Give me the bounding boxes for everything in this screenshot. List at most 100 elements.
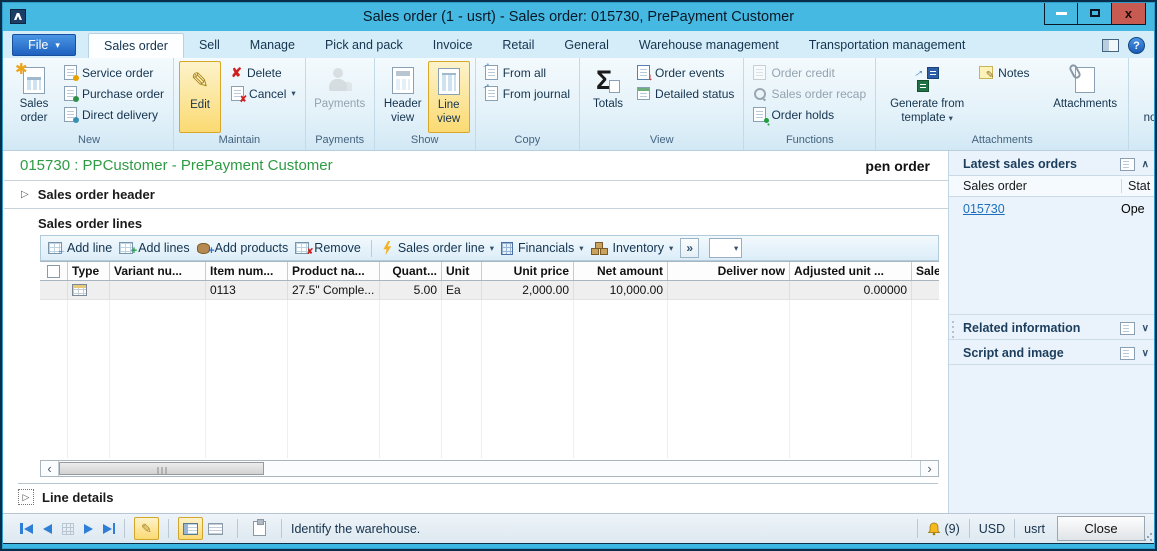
cancel-button[interactable]: ✘Cancel▾ — [227, 83, 300, 104]
latest-sales-orders-header[interactable]: Latest sales orders ∧ — [949, 151, 1155, 175]
factbox-window-icon[interactable] — [1120, 158, 1135, 171]
cell-adjusted-unit: 0.00000 — [790, 281, 912, 299]
notification-count[interactable]: (9) — [944, 522, 959, 536]
cancel-icon: ✘ — [231, 86, 244, 101]
attachments-button[interactable]: Attachments — [1047, 61, 1123, 133]
grid-view-toggle[interactable] — [203, 517, 228, 540]
chevron-down-icon[interactable]: ∨ — [1142, 348, 1149, 359]
factbox-window-icon[interactable] — [1120, 322, 1135, 335]
from-all-button[interactable]: →From all — [481, 62, 574, 83]
financials-menu[interactable]: Financials▾ — [501, 241, 584, 255]
sales-order-header-section[interactable]: ▷ Sales order header — [4, 181, 948, 209]
sales-order-link[interactable]: 015730 — [963, 202, 1005, 216]
edit-mode-toggle[interactable]: ✎ — [134, 517, 159, 540]
group-label-attachments: Attachments — [876, 133, 1128, 150]
line-details-bar[interactable]: ▷ Line details — [18, 483, 938, 509]
form-view-icon — [183, 523, 198, 535]
chevron-up-icon[interactable]: ∧ — [1142, 159, 1149, 170]
add-lines-button[interactable]: +Add lines — [119, 241, 189, 255]
col-type[interactable]: Type — [68, 262, 110, 280]
from-journal-button[interactable]: →From journal — [481, 83, 574, 104]
sales-order-recap-button: Sales order recap — [749, 83, 870, 104]
horizontal-scrollbar[interactable]: ‹ › — [40, 460, 939, 477]
edit-button[interactable]: ✎ Edit — [179, 61, 221, 133]
currency-indicator[interactable]: USD — [979, 522, 1005, 536]
file-menu-button[interactable]: File ▾ — [12, 34, 76, 56]
toolbar-combo-box[interactable]: ▾ — [709, 238, 742, 258]
purchase-order-button[interactable]: Purchase order — [60, 83, 168, 104]
notes-button[interactable]: Notes — [975, 62, 1045, 83]
notifications-bell-icon[interactable] — [927, 522, 941, 536]
generate-from-template-button[interactable]: → Generate from template ▾ — [881, 61, 973, 133]
inventory-menu[interactable]: Inventory▾ — [591, 241, 674, 255]
col-product-name[interactable]: Product na... — [288, 262, 380, 280]
tab-transportation-management[interactable]: Transportation management — [794, 33, 981, 58]
tab-sales-order[interactable]: Sales order — [88, 33, 184, 58]
resize-grip[interactable] — [1143, 532, 1153, 542]
next-record-button[interactable] — [84, 524, 93, 534]
maximize-button[interactable] — [1078, 2, 1112, 25]
tab-warehouse-management[interactable]: Warehouse management — [624, 33, 794, 58]
scroll-left-button[interactable]: ‹ — [41, 461, 59, 476]
sales-order-button[interactable]: ✱ Sales order — [10, 61, 58, 133]
tab-invoice[interactable]: Invoice — [418, 33, 488, 58]
header-view-button[interactable]: Header view — [380, 61, 426, 133]
add-products-icon: + — [197, 243, 210, 254]
add-products-button[interactable]: +Add products — [197, 241, 289, 255]
chevron-down-icon: ▾ — [579, 243, 583, 254]
totals-button[interactable]: Σ Totals — [585, 61, 631, 133]
order-events-button[interactable]: ↓Order events — [633, 62, 738, 83]
scroll-right-button[interactable]: › — [920, 461, 938, 476]
delete-button[interactable]: ✘Delete — [227, 62, 300, 83]
status-message: Identify the warehouse. — [291, 522, 420, 536]
col-adjusted-unit[interactable]: Adjusted unit ... — [790, 262, 912, 280]
select-all-checkbox[interactable] — [47, 265, 60, 278]
chevron-down-icon: ▾ — [949, 113, 953, 123]
company-indicator[interactable]: usrt — [1024, 522, 1045, 536]
col-deliver-now[interactable]: Deliver now — [668, 262, 790, 280]
service-order-button[interactable]: Service order — [60, 62, 168, 83]
sales-order-line-menu[interactable]: Sales order line▾ — [382, 241, 494, 256]
email-notification-button[interactable]: Email notification — [1134, 61, 1157, 133]
col-sale[interactable]: Sale — [912, 262, 939, 280]
col-unit[interactable]: Unit — [442, 262, 482, 280]
close-button[interactable]: Close — [1057, 516, 1145, 541]
expand-icon[interactable]: ▷ — [18, 489, 34, 505]
tab-sell[interactable]: Sell — [184, 33, 235, 58]
detailed-status-button[interactable]: Detailed status — [633, 83, 738, 104]
chevron-down-icon[interactable]: ∨ — [1142, 323, 1149, 334]
first-record-button[interactable] — [20, 523, 33, 534]
tab-general[interactable]: General — [549, 33, 623, 58]
tab-retail[interactable]: Retail — [487, 33, 549, 58]
previous-record-button[interactable] — [43, 524, 52, 534]
order-holds-button[interactable]: Order holds — [749, 104, 870, 125]
line-view-button[interactable]: Line view — [428, 61, 470, 133]
related-information-header[interactable]: Related information ∨ — [949, 314, 1155, 339]
col-unit-price[interactable]: Unit price — [482, 262, 574, 280]
col-item-number[interactable]: Item num... — [206, 262, 288, 280]
col-net-amount[interactable]: Net amount — [574, 262, 668, 280]
tab-pick-and-pack[interactable]: Pick and pack — [310, 33, 418, 58]
minimize-button[interactable] — [1044, 2, 1078, 25]
remove-button[interactable]: ✘Remove — [295, 241, 361, 255]
close-window-button[interactable]: x — [1112, 2, 1146, 25]
last-record-button[interactable] — [103, 523, 116, 534]
add-line-button[interactable]: ←Add line — [48, 241, 112, 255]
help-icon[interactable]: ? — [1128, 37, 1145, 54]
financials-icon — [501, 242, 513, 255]
direct-delivery-button[interactable]: Direct delivery — [60, 104, 168, 125]
col-variant-number[interactable]: Variant nu... — [110, 262, 206, 280]
expand-icon[interactable]: ▷ — [21, 189, 29, 200]
toolbar-overflow-button[interactable]: » — [680, 238, 699, 258]
scrollbar-thumb[interactable] — [59, 462, 264, 475]
factbox-window-icon[interactable] — [1120, 347, 1135, 360]
col-quantity[interactable]: Quant... — [380, 262, 442, 280]
script-and-image-header[interactable]: Script and image ∨ — [949, 339, 1155, 365]
document-handling-button[interactable] — [247, 517, 272, 540]
ribbon-group-new: ✱ Sales order Service order Purchase ord… — [5, 58, 174, 150]
details-view-toggle[interactable] — [178, 517, 203, 540]
chevron-down-icon: ▾ — [490, 243, 494, 254]
tab-manage[interactable]: Manage — [235, 33, 310, 58]
table-row[interactable]: 0113 27.5" Comple... 5.00 Ea 2,000.00 10… — [40, 281, 939, 300]
layout-pane-icon[interactable] — [1102, 39, 1119, 52]
